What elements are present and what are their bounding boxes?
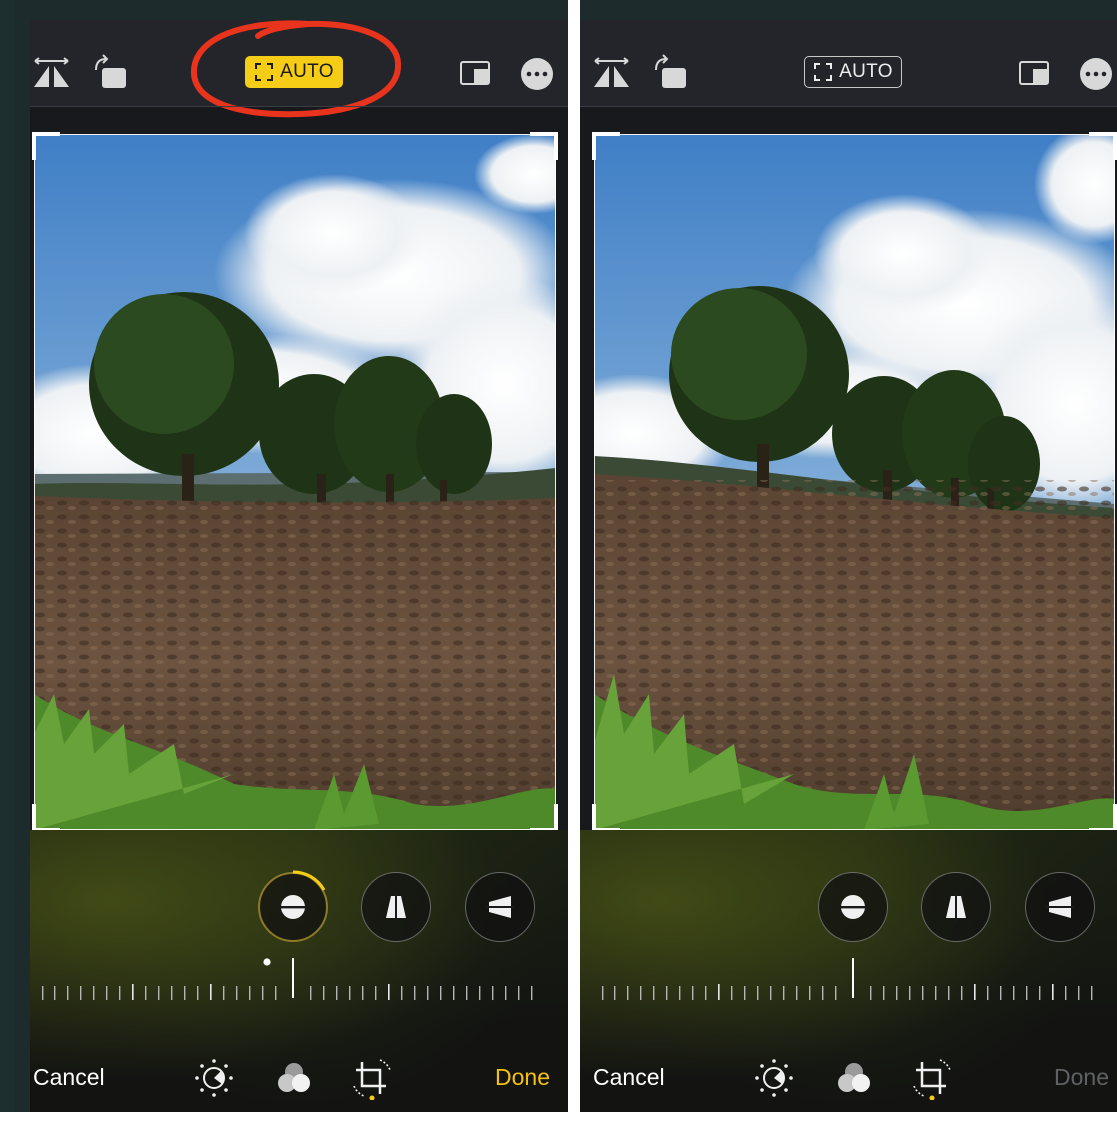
rotate-icon[interactable]: [92, 54, 132, 94]
straighten-icon: [837, 895, 869, 919]
adjust-light-icon[interactable]: [192, 1056, 236, 1100]
photo-preview[interactable]: [34, 134, 556, 830]
crop-editor-panel-auto-on: AUTO Cancel Done: [30, 20, 568, 1112]
toolbar-divider: [30, 106, 568, 107]
flip-horizontal-icon[interactable]: [32, 54, 72, 94]
crop-toolbar: AUTO: [580, 20, 1117, 106]
crop-toolbar: AUTO: [30, 20, 568, 118]
straighten-dial[interactable]: [600, 958, 1100, 1008]
auto-frame-icon: [814, 63, 833, 81]
rotate-icon[interactable]: [652, 54, 692, 94]
auto-label: AUTO: [839, 61, 893, 82]
more-icon[interactable]: [1076, 54, 1116, 94]
crop-rotate-icon[interactable]: [910, 1056, 954, 1101]
panel-separator: [568, 0, 580, 1112]
straighten-button[interactable]: [258, 870, 328, 942]
vertical-perspective-button[interactable]: [921, 872, 991, 942]
landscape-photo: [594, 134, 1115, 830]
cancel-button[interactable]: Cancel: [33, 1064, 105, 1091]
toolbar-divider: [580, 106, 1117, 107]
more-icon[interactable]: [517, 54, 557, 94]
filters-icon[interactable]: [272, 1056, 316, 1100]
vertical-perspective-button[interactable]: [361, 872, 431, 942]
aspect-ratio-icon[interactable]: [1015, 54, 1055, 94]
auto-straighten-button[interactable]: AUTO: [804, 56, 902, 88]
straighten-progress-arc: [292, 870, 326, 891]
cancel-button[interactable]: Cancel: [593, 1064, 665, 1091]
window-edge-bottom: [0, 1112, 1117, 1129]
landscape-photo: [34, 134, 556, 830]
horizontal-perspective-button[interactable]: [1025, 872, 1095, 942]
done-button[interactable]: Done: [495, 1064, 550, 1091]
horizontal-perspective-button[interactable]: [465, 872, 535, 942]
window-edge-left: [0, 0, 14, 1129]
crop-rotate-icon[interactable]: [350, 1056, 394, 1101]
flip-horizontal-icon[interactable]: [592, 54, 632, 94]
done-button[interactable]: Done: [1054, 1064, 1109, 1091]
straighten-dial[interactable]: [40, 958, 540, 1008]
horizontal-perspective-icon: [486, 896, 514, 918]
straighten-button[interactable]: [818, 872, 888, 942]
photo-preview[interactable]: [594, 134, 1115, 830]
aspect-ratio-icon[interactable]: [456, 54, 496, 94]
filters-icon[interactable]: [832, 1056, 876, 1100]
adjust-light-icon[interactable]: [752, 1056, 796, 1100]
crop-editor-panel-auto-off: AUTO Cancel Done: [580, 20, 1117, 1112]
vertical-perspective-icon: [386, 893, 406, 921]
vertical-perspective-icon: [946, 893, 966, 921]
horizontal-perspective-icon: [1046, 896, 1074, 918]
